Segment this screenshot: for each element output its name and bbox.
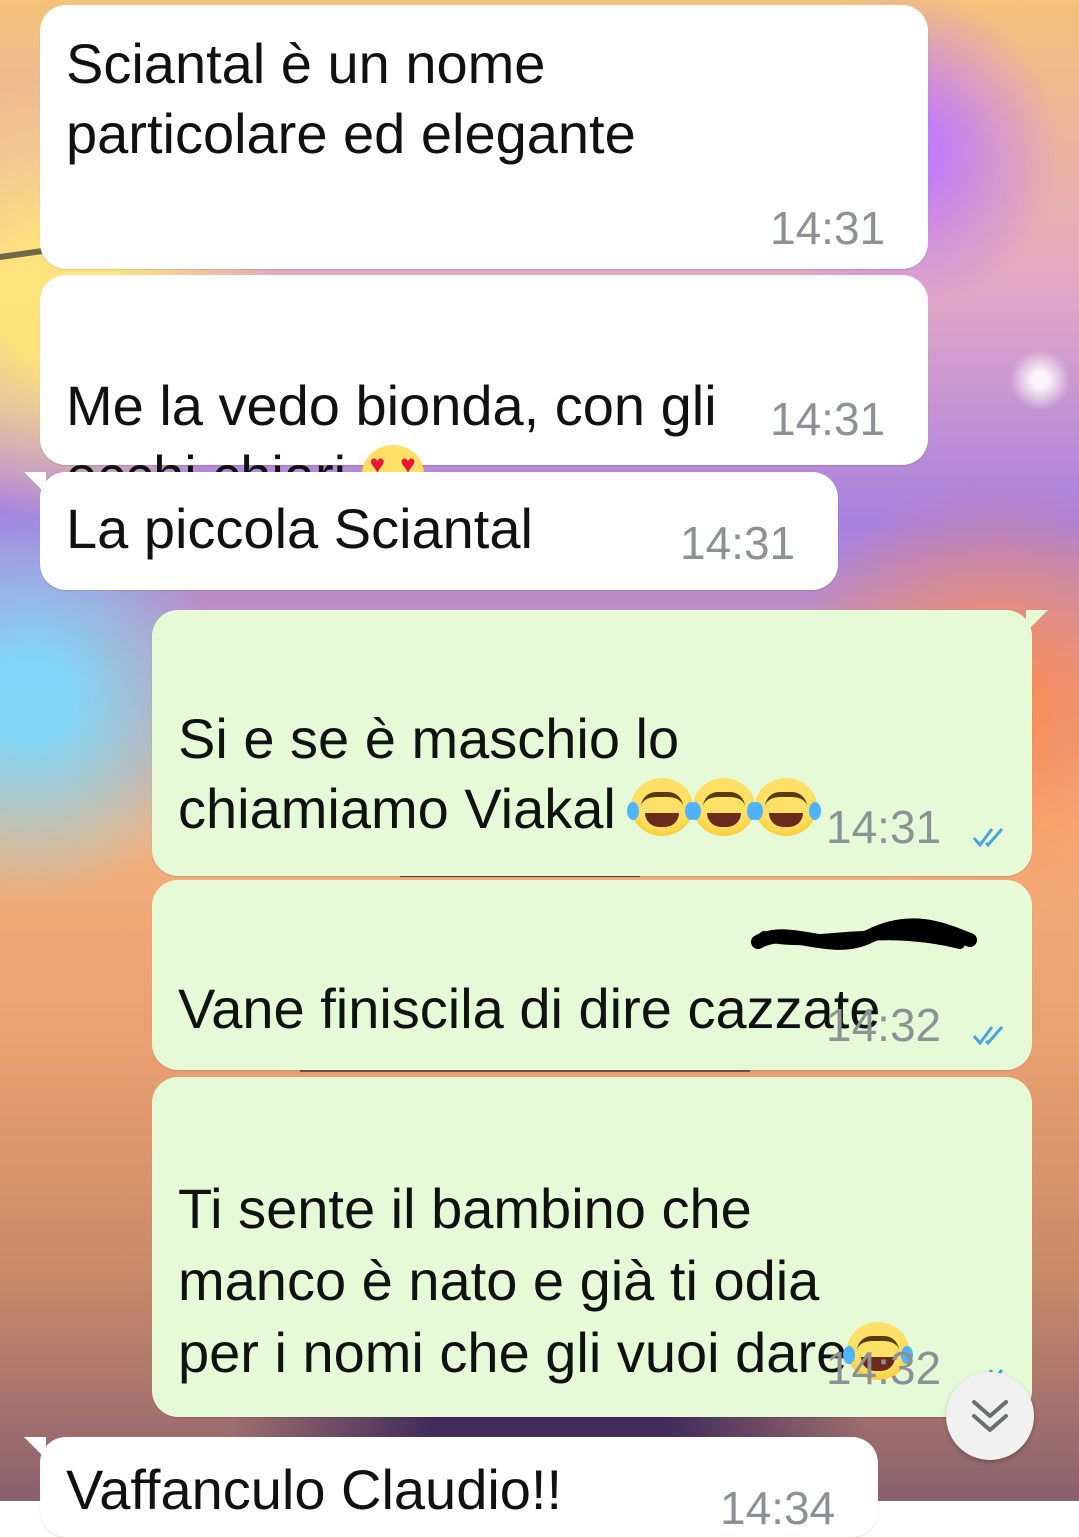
message-time: 14:32	[826, 999, 942, 1051]
message-text: La piccola Sciantal	[66, 497, 533, 560]
message-text: Sciantal è un nome particolare ed elegan…	[66, 32, 636, 165]
message-time: 14:31	[826, 801, 942, 853]
read-ticks-icon	[972, 828, 1004, 848]
message-bubble-outgoing[interactable]: Vane finiscila di dire cazzate 14:32	[152, 880, 1032, 1070]
message-text-content: Vane finiscila di dire	[178, 977, 688, 1040]
message-time: 14:34	[720, 1482, 836, 1534]
message-bubble-incoming[interactable]: Sciantal è un nome particolare ed elegan…	[40, 5, 928, 269]
message-time: 14:32	[826, 1342, 942, 1394]
message-text: Ti sente il bambino che manco è nato e g…	[178, 1101, 914, 1389]
scroll-to-bottom-button[interactable]	[946, 1372, 1034, 1460]
bubble-tail	[1026, 610, 1048, 632]
tears-of-joy-emoji	[627, 778, 698, 836]
message-bubble-outgoing[interactable]: Ti sente il bambino che manco è nato e g…	[152, 1077, 1032, 1417]
tears-of-joy-emoji	[751, 778, 822, 836]
tears-of-joy-emoji	[689, 778, 760, 836]
message-text: Vaffanculo Claudio!!	[66, 1458, 563, 1521]
message-time: 14:31	[770, 202, 886, 254]
read-ticks-icon	[972, 1026, 1004, 1046]
message-time: 14:31	[770, 393, 886, 445]
message-text: Si e se è maschio lo chiamiamo Viakal	[178, 634, 822, 844]
message-bubble-incoming[interactable]: Vaffanculo Claudio!! 14:34	[24, 1437, 878, 1537]
message-text-content: Ti sente il bambino che manco è nato e g…	[178, 1177, 848, 1384]
redaction-scribble	[751, 918, 977, 950]
message-time: 14:31	[680, 517, 796, 569]
bubble-tail	[24, 472, 46, 494]
bubble-tail	[24, 1437, 46, 1459]
message-bubble-outgoing[interactable]: Si e se è maschio lo chiamiamo Viakal 14…	[152, 610, 1048, 876]
double-chevron-down-icon	[972, 1400, 1008, 1432]
message-text-content: Si e se è maschio lo chiamiamo Viakal	[178, 707, 680, 840]
message-bubble-incoming[interactable]: La piccola Sciantal 14:31	[24, 472, 838, 590]
message-bubble-incoming[interactable]: Me la vedo bionda, con gli occhi chiari …	[40, 275, 928, 507]
